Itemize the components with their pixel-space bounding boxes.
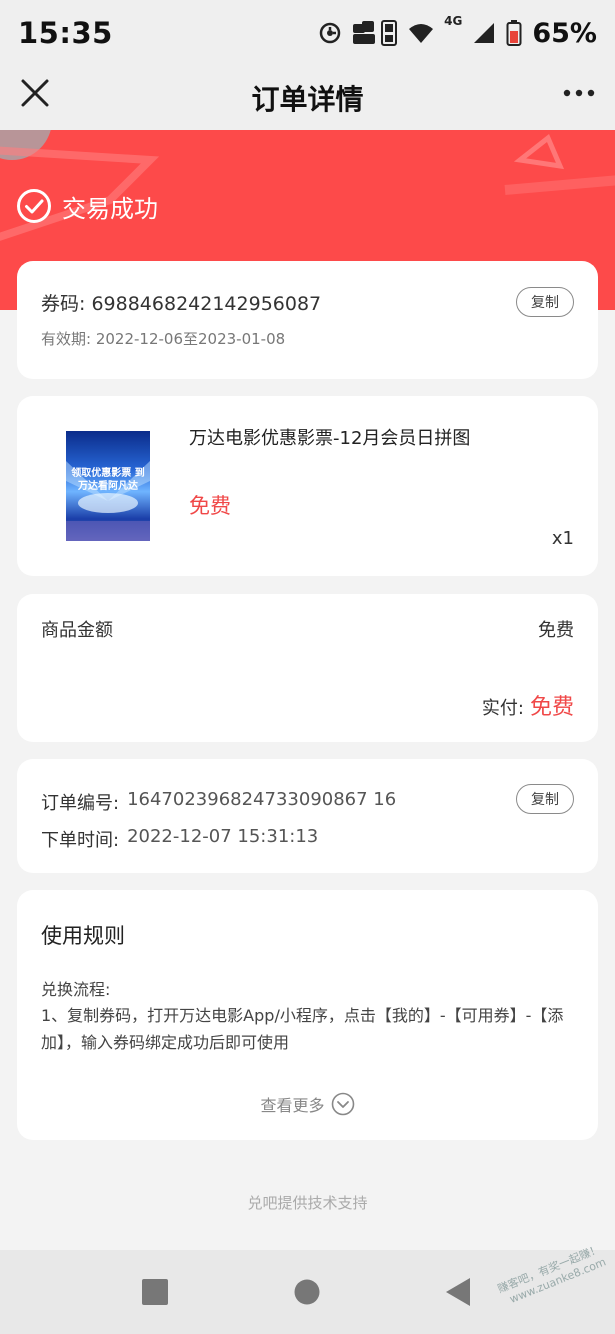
rules-text: 1、复制券码，打开万达电影App/小程序，点击【我的】-【可用券】-【添加】，输…	[41, 1006, 564, 1052]
paid-label: 实付:	[481, 698, 524, 719]
cell-signal-icon	[474, 23, 495, 43]
product-card[interactable]: 领取优惠影票 到万达看阿凡达 万达电影优惠影票-12月会员日拼图 免费 x1	[17, 396, 598, 576]
status-bar: 15:35 4G 65%	[0, 0, 615, 66]
back-button[interactable]	[446, 1278, 472, 1306]
product-name: 万达电影优惠影票-12月会员日拼图	[189, 428, 471, 449]
powered-by-text: 兑吧提供技术支持	[247, 1194, 368, 1212]
status-text: 交易成功	[62, 194, 158, 223]
product-price: 免费	[189, 494, 231, 518]
page-title: 订单详情	[251, 83, 364, 116]
coupon-code-label: 券码:	[41, 293, 92, 315]
coupon-code-value: 6988468242142956087	[91, 293, 322, 315]
close-icon[interactable]	[18, 76, 52, 110]
notification-icons	[353, 20, 398, 46]
rules-subtitle: 兑换流程:	[41, 980, 111, 999]
wifi-icon	[409, 24, 434, 43]
copy-order-number-button[interactable]: 复制	[516, 784, 574, 814]
location-target-icon	[319, 22, 341, 44]
order-time-row: 下单时间: 2022-12-07 15:31:13	[41, 826, 318, 852]
product-quantity: x1	[551, 528, 574, 549]
goods-amount-value: 免费	[538, 620, 574, 641]
order-info-card: 订单编号: 164702396824733090867 16 下单时间: 202…	[17, 759, 598, 873]
battery-percent: 65%	[532, 17, 597, 49]
amount-card: 商品金额 免费 实付: 免费	[17, 594, 598, 742]
coupon-card: 券码: 6988468242142956087 有效期: 2022-12-06至…	[17, 261, 598, 379]
coupon-validity: 有效期: 2022-12-06至2023-01-08	[41, 330, 286, 348]
order-number-row: 订单编号: 164702396824733090867 16	[41, 789, 396, 815]
goods-amount-label: 商品金额	[41, 620, 113, 641]
order-number-label: 订单编号:	[41, 793, 120, 814]
usage-rules-card: 使用规则 兑换流程: 1、复制券码，打开万达电影App/小程序，点击【我的】-【…	[17, 890, 598, 1140]
thumbnail-caption: 领取优惠影票 到万达看阿凡达	[71, 468, 145, 492]
battery-icon	[506, 20, 522, 46]
product-thumbnail: 领取优惠影票 到万达看阿凡达	[66, 431, 150, 541]
coupon-code: 券码: 6988468242142956087	[41, 289, 321, 316]
order-number-value: 164702396824733090867 16	[127, 789, 397, 810]
transaction-status: 交易成功	[16, 188, 158, 224]
network-type: 4G	[444, 14, 463, 28]
nav-bar: 订单详情	[0, 66, 615, 130]
paid-value: 免费	[529, 695, 574, 720]
see-more-button[interactable]: 查看更多	[17, 1092, 598, 1116]
status-time: 15:35	[18, 16, 113, 50]
paid-amount: 实付: 免费	[482, 689, 574, 721]
check-circle-icon	[17, 189, 51, 223]
status-icons: 4G 65%	[318, 14, 597, 49]
see-more-label: 查看更多	[260, 1096, 325, 1115]
rules-title: 使用规则	[41, 924, 125, 948]
copy-coupon-button[interactable]: 复制	[516, 287, 574, 317]
order-time-value: 2022-12-07 15:31:13	[127, 826, 319, 847]
home-button[interactable]	[294, 1279, 320, 1305]
chevron-down-circle-icon	[331, 1092, 354, 1116]
order-time-label: 下单时间:	[41, 830, 120, 851]
more-icon[interactable]	[559, 78, 599, 108]
recent-apps-button[interactable]	[142, 1279, 168, 1305]
